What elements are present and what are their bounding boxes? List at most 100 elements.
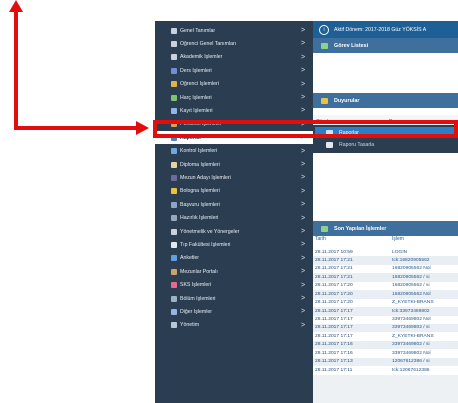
row-date: 28.11.2017 17:21 (315, 266, 353, 272)
main-content: i Aktif Dönem: 2017-2018 Güz YÖKSİS A Gö… (313, 21, 458, 403)
recent-operations-rows: 28.11.2017 10:59 LOGIN 28.11.2017 17:21 tck… (313, 248, 458, 375)
sidebar-item-label: Mezun Adayı İşlemleri (180, 174, 231, 181)
sidebar-item[interactable]: Harç İşlemleri > (155, 91, 313, 104)
shield-icon (171, 322, 177, 329)
app-window: Genel Tanımlar > Öğrenci Genel Tanımları > A… (155, 21, 458, 403)
sidebar-item-label: Hazırlık İşlemleri (180, 215, 219, 222)
table-row[interactable]: 28.11.2017 10:59 LOGIN (313, 248, 458, 257)
heart-icon (171, 282, 177, 289)
spacer-area (313, 153, 458, 221)
register-icon (171, 107, 177, 114)
sidebar-item[interactable]: Yönetim > (155, 319, 313, 332)
sidebar-item-label: Ders İşlemleri (180, 67, 212, 74)
row-date: 28.11.2017 17:17 (315, 317, 353, 322)
sidebar-item[interactable]: Ders İşlemleri > (155, 64, 313, 77)
sidebar-item[interactable]: Mezunlar Portalı > (155, 265, 313, 278)
sidebar-item-label: SKS İşlemleri (180, 282, 212, 289)
table-row[interactable]: 28.11.2017 17:13 12067612386 / si (313, 357, 458, 367)
chevron-right-icon: > (300, 94, 306, 101)
table-row[interactable]: 28.11.2017 17:21 16820905562 / si (313, 273, 458, 282)
sidebar-item-label: Diploma İşlemleri (180, 161, 220, 168)
table-row[interactable]: 28.11.2017 17:17 tck:33973469802 (313, 307, 458, 316)
sidebar-item-label: Yönetmelik ve Yönergeler (180, 228, 240, 235)
report-submenu-design[interactable]: Raporu Tasarla (315, 139, 458, 150)
sidebar-item[interactable]: Mezun Adayı İşlemleri > (155, 171, 313, 184)
sidebar-item-label: Bölüm İşlemleri (180, 295, 216, 302)
row-date: 28.11.2017 17:20 (315, 283, 353, 289)
sidebar-item[interactable]: Anketler > (155, 252, 313, 265)
gorev-title: Görev Listesi (334, 42, 369, 49)
design-report-icon (326, 141, 333, 148)
department-icon (171, 295, 177, 302)
sidebar-item-label: Başvuru İşlemleri (180, 201, 220, 208)
sidebar-item[interactable]: Tıp Fakültesi İşlemleri > (155, 238, 313, 251)
row-operation: 16820905562 Nol (392, 291, 431, 297)
sidebar-item-label: Yönetim (180, 322, 200, 329)
sidebar-item[interactable]: Bologna İşlemleri > (155, 185, 313, 198)
table-row[interactable]: 28.11.2017 17:20 Z_KYETKI-BRANS (313, 298, 458, 308)
sidebar-item[interactable]: Öğrenci Genel Tanımları > (155, 37, 313, 50)
gorev-panel-header[interactable]: Görev Listesi (313, 38, 458, 53)
sidebar-item-label: Mezunlar Portalı (180, 268, 218, 275)
table-row[interactable]: 28.11.2017 17:17 33973469802 / si (313, 323, 458, 333)
annotation-arrow-right-icon (136, 121, 149, 135)
row-operation: 33973469802 Nol (392, 350, 431, 356)
table-row[interactable]: 28.11.2017 17:17 Z_KYETKI-BRANS (313, 332, 458, 341)
table-row[interactable]: 28.11.2017 17:16 33973469802 Nol (313, 349, 458, 358)
table-row[interactable]: 28.11.2017 17:17 33973469802 Nol (313, 315, 458, 324)
sidebar-item-label: Harç İşlemleri (180, 94, 212, 101)
star-icon (171, 188, 177, 195)
row-operation: 33973469802 / si (392, 342, 430, 348)
row-date: 28.11.2017 17:11 (315, 367, 353, 373)
table-row[interactable]: 28.11.2017 17:21 16820905562 Nol (313, 264, 458, 274)
chevron-right-icon: > (300, 27, 306, 34)
sidebar-item[interactable]: Kontrol İşlemleri > (155, 145, 313, 158)
sidebar-item[interactable]: Bölüm İşlemleri > (155, 292, 313, 305)
sidebar-item[interactable]: Diploma İşlemleri > (155, 158, 313, 171)
recent-operations-panel: Son Yapılan İşlemler Tarih İşlem 28.11.2… (313, 221, 458, 375)
sidebar-item[interactable]: Genel Tanımlar > (155, 24, 313, 37)
wrench-icon (171, 40, 177, 47)
chevron-right-icon: > (300, 161, 306, 168)
chevron-right-icon: > (300, 281, 306, 289)
table-row[interactable]: 28.11.2017 17:20 16820905562 / si (313, 281, 458, 291)
folder-icon (171, 308, 177, 315)
row-operation: tck:16820905562 (392, 257, 430, 263)
application-icon (171, 201, 177, 208)
row-date: 28.11.2017 17:20 (315, 291, 353, 297)
sidebar-item[interactable]: SKS İşlemleri > (155, 279, 313, 292)
sidebar-item-label: Genel Tanımlar (180, 27, 216, 34)
active-term-bar: i Aktif Dönem: 2017-2018 Güz YÖKSİS A (313, 21, 458, 38)
duyurular-panel-header[interactable]: Duyurular (313, 93, 458, 108)
announcement-icon (321, 97, 328, 104)
sidebar-item-label: Tıp Fakültesi İşlemleri (180, 241, 231, 248)
table-row[interactable]: 28.11.2017 17:20 16820905562 Nol (313, 290, 458, 299)
row-operation: 16820905562 Nol (392, 266, 431, 272)
row-operation: tck:33973469802 (392, 308, 430, 314)
chevron-right-icon: > (300, 147, 306, 155)
sidebar-item[interactable]: Öğrenci İşlemleri > (155, 78, 313, 91)
sidebar-item[interactable]: Akademik İşlemler > (155, 51, 313, 64)
chevron-right-icon: > (300, 174, 306, 182)
sidebar-item[interactable]: Diğer İşlemler > (155, 305, 313, 318)
sidebar-item[interactable]: Başvuru İşlemleri > (155, 198, 313, 211)
chevron-right-icon: > (300, 295, 306, 302)
annotation-highlight-box (153, 120, 458, 138)
duyurular-title: Duyurular (334, 97, 360, 104)
chevron-right-icon: > (300, 107, 306, 115)
sidebar-item[interactable]: Kayıt İşlemleri > (155, 104, 313, 117)
row-date: 28.11.2017 17:16 (315, 342, 353, 348)
chevron-right-icon: > (300, 201, 306, 209)
regulation-icon (171, 228, 177, 235)
row-date: 28.11.2017 10:59 (315, 249, 353, 255)
row-date: 28.11.2017 17:17 (315, 325, 353, 331)
table-row[interactable]: 28.11.2017 17:21 tck:16820905562 (313, 256, 458, 265)
sidebar-item[interactable]: Hazırlık İşlemleri > (155, 212, 313, 225)
alumni-icon (171, 268, 177, 275)
recent-operations-header[interactable]: Son Yapılan İşlemler (313, 221, 458, 236)
table-row[interactable]: 28.11.2017 17:11 tck:12067612386 (313, 366, 458, 375)
sidebar-item[interactable]: Yönetmelik ve Yönergeler > (155, 225, 313, 238)
row-date: 28.11.2017 17:21 (315, 257, 353, 263)
table-row[interactable]: 28.11.2017 17:16 33973469802 / si (313, 340, 458, 350)
graduate-icon (171, 174, 177, 181)
